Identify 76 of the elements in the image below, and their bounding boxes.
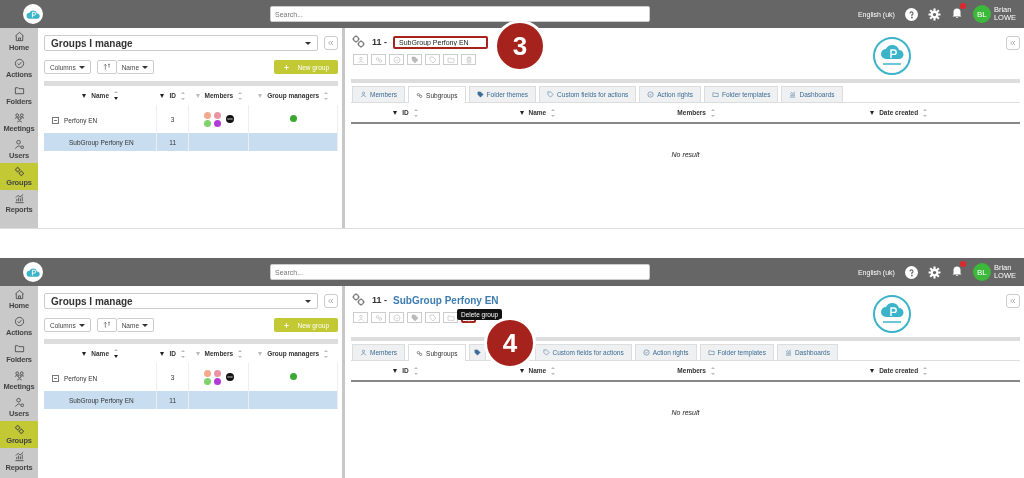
double-chevron-icon (1009, 39, 1017, 47)
filter-icon[interactable] (870, 110, 875, 115)
collapse-toggle-icon[interactable] (52, 116, 59, 124)
settings-icon[interactable] (927, 265, 941, 279)
check-circle-icon (392, 55, 401, 64)
filter-icon[interactable] (519, 110, 524, 115)
step-number-badge: 3 (494, 20, 546, 72)
sort-direction-button[interactable] (96, 60, 117, 74)
collapse-button[interactable] (1006, 294, 1020, 308)
folder-icon (13, 85, 25, 96)
collapse-button[interactable] (1006, 36, 1020, 50)
chart-icon (789, 91, 797, 98)
filter-icon[interactable] (393, 110, 398, 115)
settings-icon[interactable] (927, 7, 941, 21)
check-circle-icon (392, 313, 401, 322)
people-icon (13, 370, 25, 381)
chart-icon (13, 451, 25, 462)
toolbar-button[interactable] (443, 312, 458, 323)
plus-icon (282, 63, 290, 71)
folder-icon (707, 349, 715, 356)
user-icon (360, 91, 367, 98)
folder-icon (446, 313, 455, 322)
more-members-icon[interactable] (225, 115, 234, 123)
double-chevron-icon (1009, 297, 1017, 305)
user-icon (356, 55, 365, 64)
tab[interactable] (468, 344, 486, 360)
check-circle-icon (647, 91, 655, 98)
logo-icon (873, 37, 911, 75)
filter-icon[interactable] (393, 368, 398, 373)
trash-icon (464, 55, 473, 64)
collapse-button[interactable] (324, 294, 338, 308)
filter-icon[interactable] (160, 351, 165, 356)
group-number: 11 - (372, 295, 387, 305)
filter-icon[interactable] (82, 351, 87, 356)
check-circle-icon (642, 349, 650, 356)
logo-icon[interactable] (23, 262, 43, 282)
plus-icon (282, 321, 290, 329)
double-chevron-icon (327, 39, 335, 47)
chart-icon (784, 349, 792, 356)
check-circle-icon (13, 58, 25, 69)
group-filter-dropdown[interactable]: Groups I manage (44, 293, 318, 309)
more-members-icon[interactable] (225, 373, 234, 381)
home-icon (13, 31, 25, 42)
check-circle-icon (13, 316, 25, 327)
double-chevron-icon (327, 297, 335, 305)
sort-direction-button[interactable] (96, 318, 117, 332)
tag-icon (547, 91, 555, 98)
sort-arrows-icon[interactable] (114, 91, 118, 100)
chart-icon (13, 193, 25, 204)
people-icon (13, 112, 25, 123)
collapse-toggle-icon[interactable] (52, 374, 59, 382)
group-filter-dropdown[interactable]: Groups I manage (44, 35, 318, 51)
user-gear-icon (13, 139, 25, 150)
folder-icon (446, 55, 455, 64)
home-icon (13, 289, 25, 300)
filter-icon[interactable] (160, 93, 165, 98)
group-number: 11 - (372, 37, 387, 47)
sort-arrows-icon[interactable] (114, 349, 118, 358)
folder-icon (712, 91, 720, 98)
filter-icon[interactable] (870, 368, 875, 373)
logo-icon (873, 295, 911, 333)
help-icon[interactable] (904, 7, 918, 21)
collapse-button[interactable] (324, 36, 338, 50)
group-title-link[interactable]: SubGroup Perfony EN (393, 294, 499, 306)
tag-icon (542, 349, 550, 356)
logo-icon[interactable] (23, 4, 43, 24)
sort-icon (102, 321, 111, 329)
user-gear-icon (13, 397, 25, 408)
sort-icon (102, 63, 111, 71)
user-icon (360, 349, 367, 356)
user-icon (356, 313, 365, 322)
tag-icon (476, 91, 484, 98)
filter-icon[interactable] (82, 93, 87, 98)
folder-icon (13, 343, 25, 354)
tag-icon (473, 349, 481, 356)
help-icon[interactable] (904, 265, 918, 279)
